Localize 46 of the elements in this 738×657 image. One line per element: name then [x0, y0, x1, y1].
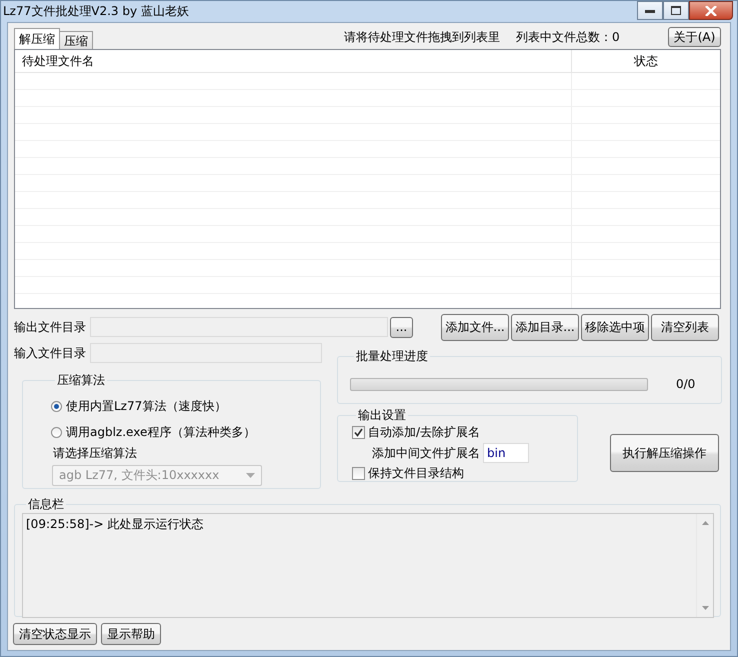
checkbox-label[interactable]: 保持文件目录结构	[368, 465, 464, 482]
bottom-button[interactable]: 显示帮助	[101, 623, 161, 645]
list-button[interactable]: 添加文件...	[441, 314, 509, 340]
close-icon	[705, 6, 717, 16]
tab[interactable]: 解压缩	[14, 28, 60, 49]
select-label: 请选择压缩算法	[53, 445, 138, 462]
field-label: 添加中间文件扩展名	[372, 444, 480, 462]
browse-button[interactable]: ...	[390, 316, 413, 338]
radio-label[interactable]: 使用内置Lz77算法（速度快）	[66, 398, 226, 414]
column-header[interactable]: 状态	[572, 50, 720, 72]
caret-icon	[246, 473, 255, 478]
file-table[interactable]: 待处理文件名 状态	[14, 49, 721, 309]
group-title: 压缩算法	[56, 372, 106, 389]
window-title: Lz77文件批处理V2.3 by 蓝山老妖	[3, 3, 189, 20]
radio-label[interactable]: 调用agblz.exe程序（算法种类多）	[66, 424, 256, 440]
log-area[interactable]: [09:25:58]-> 此处显示运行状态	[22, 513, 714, 618]
field-label: 输出文件目录	[14, 318, 87, 336]
group-title: 输出设置	[357, 407, 407, 424]
list-button[interactable]: 清空列表	[651, 314, 719, 340]
column-header[interactable]: 待处理文件名	[15, 50, 572, 72]
checkbox[interactable]	[352, 426, 365, 439]
scroll-down-icon[interactable]	[702, 606, 708, 610]
execute-button[interactable]: 执行解压缩操作	[610, 434, 719, 472]
group-title: 批量处理进度	[355, 348, 429, 365]
maximize-icon	[671, 6, 681, 15]
about-button[interactable]: 关于(A)	[668, 27, 721, 47]
maximize-button[interactable]	[663, 1, 689, 20]
close-button[interactable]	[689, 1, 733, 20]
checkbox[interactable]	[352, 467, 365, 480]
drag-hint: 请将待处理文件拖拽到列表里	[344, 29, 500, 46]
file-count: 列表中文件总数：0	[516, 29, 620, 46]
radio-button[interactable]	[51, 400, 62, 412]
bottom-button[interactable]: 清空状态显示	[13, 623, 97, 645]
radio-button[interactable]	[51, 426, 62, 438]
list-button[interactable]: 移除选中项	[581, 314, 649, 340]
minimize-button[interactable]	[637, 1, 663, 20]
progress-reading: 0/0	[676, 377, 696, 391]
extension-field[interactable]: bin	[483, 443, 529, 463]
tab[interactable]: 压缩	[59, 31, 93, 49]
field-label: 输入文件目录	[14, 344, 87, 362]
checkbox-label[interactable]: 自动添加/去除扩展名	[368, 424, 480, 441]
group-title: 信息栏	[27, 496, 65, 513]
minimize-icon	[645, 8, 655, 12]
log-line: [09:25:58]-> 此处显示运行状态	[26, 516, 204, 533]
scroll-up-icon[interactable]	[702, 521, 708, 525]
list-button[interactable]: 添加目录...	[511, 314, 579, 340]
